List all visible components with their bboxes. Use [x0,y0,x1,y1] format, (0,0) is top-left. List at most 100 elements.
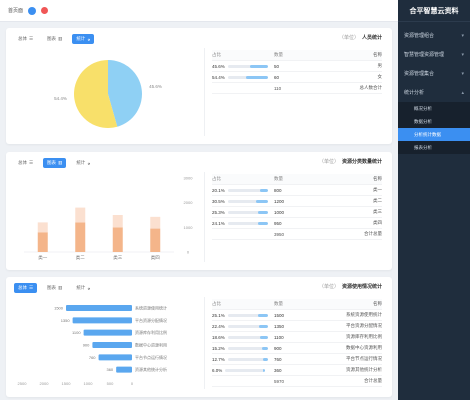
header-cell: 数量 [274,176,283,181]
tab-label: 总体 [18,160,27,165]
sidebar-item-label: 智慧管理资源管理 [404,52,445,58]
breadcrumb[interactable]: 首页面 [8,7,23,14]
header-cell: 名称 [373,301,382,306]
header-cell: 占比 [212,176,221,181]
pct-cell: 20.1% [212,188,274,193]
sidebar-subitem-active[interactable]: 分析统计数据 [398,128,470,141]
pct-bar-fill [255,199,268,203]
bar-value-label: 1100 [72,330,81,335]
table-row[interactable]: 24.1% 950 类四 [212,218,382,229]
pie-slice-label: 45.6% [149,84,162,89]
table-row[interactable]: 6.0% 360 资源其他统计分析 [212,365,382,376]
tab-chart[interactable]: 图表 ▥ [43,34,66,44]
sidebar-subitem[interactable]: 概况分析 [398,102,470,115]
tab-label: 图表 [47,36,57,41]
tab-chart-active[interactable]: 图表 ▥ [43,158,67,168]
name-cell: 平台资源分配情况 [346,323,382,328]
pct-label: 20.1% [212,187,225,193]
sidebar-item[interactable]: 资源管理集合 ▾ [398,64,470,83]
bar[interactable] [92,342,132,348]
pct-bar [227,64,268,68]
pct-bar-fill [258,221,268,225]
table-row[interactable]: 25.3% 1000 类三 [212,207,382,218]
bar[interactable] [75,207,86,223]
pct-label: 6.0% [212,367,223,373]
num-cell: 900 [274,345,282,351]
bar-chart: 类一 类二 类三 类四 0 1000 2000 3000 [16,174,200,264]
home-icon[interactable] [28,6,37,15]
bar[interactable] [37,222,48,233]
y-tick-label: 2000 [184,200,194,205]
y-tick-label: 资源其他统计分析 [135,366,167,372]
sidebar-item[interactable]: 统计分析 ▴ [398,83,470,102]
sidebar-item[interactable]: 资源管理组合 ▾ [398,26,470,45]
pct-bar [227,346,268,350]
panel-title: （单位） 资源分类数量统计 [319,158,382,165]
panel-tabs: 总体 ☰ 图表 ▥ 统计 ◕ [14,34,95,44]
pct-bar-fill [246,75,268,79]
pct-label: 18.6% [212,334,225,340]
table-row[interactable]: 45.6% 50 男 [212,61,382,72]
panel-title-text: 人员统计 [361,35,382,41]
table-row[interactable]: 25.1% 1500 系统资源使用统计 [212,310,382,321]
table-row[interactable]: 22.4% 1350 平台资源分配情况 [212,321,382,332]
panel-usage-stats: 总体 ☰ 图表 ▥ 统计 ◕ （单位） 资源使用情况统计 1500 系统资源使用统计 135… [6,277,392,397]
x-tick-label: 1000 [84,381,94,386]
num-cell: 50 [274,63,280,69]
bar[interactable] [112,227,123,252]
name-cell: 类二 [373,198,382,203]
tab-stats-active[interactable]: 统计 ◕ [72,34,95,44]
tab-overall-active[interactable]: 总体 ☰ [14,283,38,293]
tab-overall[interactable]: 总体 ☰ [14,34,37,44]
y-tick-label: 0 [187,250,190,255]
tab-stats[interactable]: 统计 ◕ [72,158,94,168]
tab-overall[interactable]: 总体 ☰ [14,158,37,168]
sidebar-subitem-label: 报表分析 [414,144,432,150]
tab-stats[interactable]: 统计 ◕ [72,283,94,293]
horizontal-bar-chart-svg: 1500 系统资源使用统计 1350 平台资源分配情况 1100 资源库存利用比例 900 数… [18,305,167,387]
divider [204,172,205,262]
name-cell: 类四 [373,220,382,225]
pct-bar [227,188,268,192]
pct-cell: 25.1% [212,313,274,318]
sidebar-subitem[interactable]: 报表分析 [398,141,470,154]
bar[interactable] [116,366,132,373]
pct-cell: 12.7% [212,357,274,362]
bar[interactable] [37,232,48,252]
pct-cell: 25.3% [212,210,274,215]
panel-people-stats: 总体 ☰ 图表 ▥ 统计 ◕ （单位） 人员统计 45.6% 54.4% 占比 数量 名称… [6,28,392,144]
table-row[interactable]: 30.5% 1200 类二 [212,196,382,207]
bar[interactable] [75,222,86,252]
header-cell: 占比 [212,301,221,306]
table-row[interactable]: 54.4% 60 女 [212,72,382,83]
header-cell: 名称 [373,52,382,57]
pct-cell: 45.6% [212,64,274,69]
pct-bar [227,313,268,317]
footer-name: 合计总量 [364,378,382,383]
sidebar-subitem-label: 分析统计数据 [414,131,441,137]
bar[interactable] [150,216,161,229]
bar[interactable] [112,215,123,228]
notification-badge-icon[interactable] [41,7,49,14]
table-row[interactable]: 15.2% 900 数据中心资源利用 [212,343,382,354]
table-row[interactable]: 20.1% 800 类一 [212,185,382,196]
bar[interactable] [72,317,132,324]
bar[interactable] [150,228,161,252]
num-cell: 1200 [274,198,285,204]
name-cell: 系统资源使用统计 [346,312,382,317]
tab-chart[interactable]: 图表 ▥ [43,283,66,293]
list-icon: ☰ [29,160,34,165]
footer-name: 合计总量 [364,231,382,236]
footer-num: 110 [274,85,282,91]
table-row[interactable]: 18.6% 1100 资源库存利用比例 [212,332,382,343]
name-cell: 数据中心资源利用 [346,345,382,350]
num-cell: 950 [274,220,282,226]
sidebar-item[interactable]: 智慧管理资源管理 ▾ [398,45,470,64]
sidebar-subitem[interactable]: 数据分析 [398,115,470,128]
bar[interactable] [66,305,132,311]
pct-label: 25.3% [212,209,225,215]
bar[interactable] [98,354,132,361]
table-row[interactable]: 12.7% 760 平台节点运行情况 [212,354,382,365]
bar[interactable] [83,329,132,336]
pie-chart-svg: 45.6% 54.4% [54,60,162,128]
